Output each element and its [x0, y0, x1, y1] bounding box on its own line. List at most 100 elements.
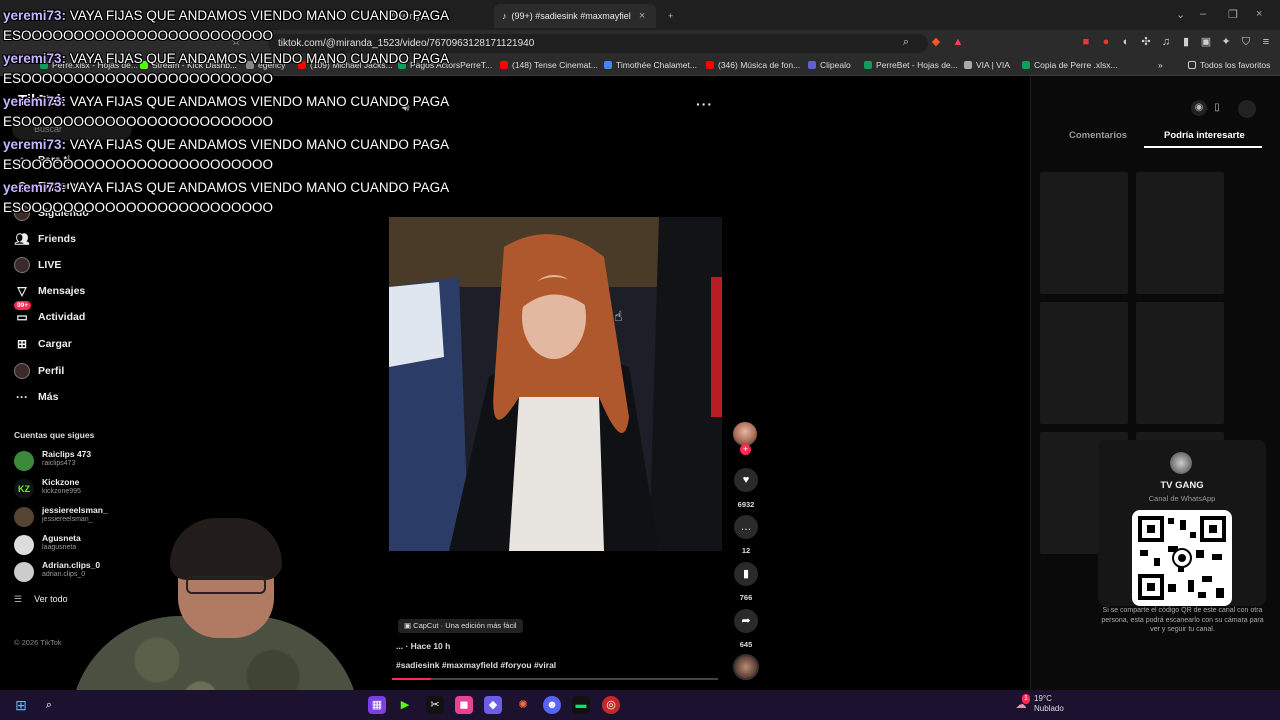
nav-actividad[interactable]: ▭ 99+ Actividad — [14, 301, 85, 327]
nav-friends[interactable]: 👥︎ Friends — [14, 229, 76, 249]
all-bookmarks[interactable]: Todos los favoritos — [1188, 60, 1270, 70]
wallet-icon[interactable]: ▣ — [1200, 36, 1212, 48]
video-player[interactable] — [389, 217, 722, 551]
chat-message-continuation: ESOOOOOOOOOOOOOOOOOOOOOOOO — [3, 114, 274, 129]
bookmark-item[interactable]: (346) Música de fon... — [706, 60, 800, 70]
capcut-tag[interactable]: ▣ CapCut · Una edición más fácil — [398, 619, 523, 633]
user-avatar[interactable] — [1238, 100, 1256, 118]
minimize-icon[interactable]: – — [1200, 8, 1206, 20]
chat-message: yeremi73: VAYA FIJAS QUE ANDAMOS VIENDO … — [3, 137, 450, 152]
kick-app-icon[interactable]: ▶ — [396, 696, 414, 714]
nav-perfil[interactable]: Perfil — [14, 361, 64, 381]
screen: Viewing Of ♪ (99+) #sadiesink #maxmayfie… — [0, 0, 1280, 720]
bookmark-item[interactable]: Timothée Chalamet... — [604, 60, 697, 70]
windows-start-icon[interactable]: ⊞ — [12, 696, 30, 714]
nav-mas[interactable]: ··· Más — [14, 387, 58, 407]
coin-icon[interactable]: ◉ — [1191, 100, 1207, 116]
weather-temp: 19°C — [1034, 694, 1052, 703]
video-hashtags[interactable]: #sadiesink #maxmayfield #foryou #viral — [396, 660, 556, 670]
save-button[interactable]: ▮ — [734, 562, 758, 586]
capcut-app-icon[interactable]: ✂ — [426, 696, 444, 714]
music-icon[interactable]: ♫ — [1160, 36, 1172, 48]
obs-icon[interactable]: ◎ — [602, 696, 620, 714]
following-account[interactable]: KZ Kickzone kickzone995 — [14, 477, 144, 501]
creator-avatar[interactable] — [733, 422, 757, 446]
comment-count: 12 — [741, 546, 751, 555]
bookmark-item[interactable]: Copia de Perre .xlsx... — [1022, 60, 1118, 70]
live-icon — [14, 257, 30, 273]
brave-shield-icon[interactable]: ◆ — [930, 36, 942, 48]
see-all-link[interactable]: ☰ Ver todo — [14, 594, 68, 605]
taskbar-app-icon[interactable]: ✺ — [514, 696, 532, 714]
chat-message: yeremi73: VAYA FIJAS QUE ANDAMOS VIENDO … — [3, 51, 450, 66]
share-button[interactable]: ➦ — [734, 609, 758, 633]
weather-desc: Nublado — [1034, 704, 1064, 713]
webcam-hair — [170, 518, 282, 580]
avatar — [14, 507, 34, 527]
music-disc-icon[interactable] — [733, 654, 759, 680]
taskbar-search-icon[interactable]: ⌕ — [40, 696, 58, 714]
sidebar-icon[interactable]: ▮ — [1180, 36, 1192, 48]
terminal-icon[interactable]: ▬ — [572, 696, 590, 714]
bookmarks-overflow-icon[interactable]: » — [1158, 60, 1163, 70]
nav-live[interactable]: LIVE — [14, 255, 61, 275]
like-count: 6932 — [737, 500, 755, 509]
tab-comentarios[interactable]: Comentarios — [1069, 130, 1127, 141]
extension-off-icon[interactable]: ● — [1100, 36, 1112, 48]
recommended-video-thumbnail[interactable] — [1040, 172, 1128, 294]
tab-podria-interesarte[interactable]: Podría interesarte — [1164, 130, 1245, 141]
bookmark-item[interactable]: (148) Tense Cinemat... — [500, 60, 598, 70]
window-close-icon[interactable]: × — [1256, 8, 1262, 20]
upload-icon: ⊞ — [16, 337, 28, 351]
close-tab-icon[interactable]: × — [639, 10, 645, 22]
brave-rewards-icon[interactable]: ▲ — [952, 36, 964, 48]
recommended-video-thumbnail[interactable] — [1136, 172, 1224, 294]
new-tab-button[interactable]: + — [660, 4, 680, 28]
chat-message: yeremi73: VAYA FIJAS QUE ANDAMOS VIENDO … — [3, 94, 450, 109]
zoom-icon[interactable]: ⌕ — [900, 36, 912, 48]
windows-taskbar: ⊞ ⌕ ▦ ▶ ✂ ◼ ◆ ✺ ☻ ▬ ◎ ☁ 1 19°C Nublado — [0, 690, 1280, 720]
extension-icon[interactable]: ◐ — [1120, 36, 1132, 48]
chat-message-continuation: ESOOOOOOOOOOOOOOOOOOOOOOOO — [3, 157, 274, 172]
channel-title: TV GANG — [1160, 480, 1204, 491]
video-meta: ... · Hace 10 h — [396, 641, 451, 651]
recommended-video-thumbnail[interactable] — [1040, 302, 1128, 424]
taskbar-app-icon[interactable]: ◆ — [484, 696, 502, 714]
webcam-glasses — [186, 576, 266, 594]
discord-icon[interactable]: ☻ — [543, 696, 561, 714]
extensions-puzzle-icon[interactable]: ✣ — [1140, 36, 1152, 48]
video-progress-bar[interactable] — [392, 678, 718, 680]
bookmark-item[interactable]: Clipealo — [808, 60, 851, 70]
tab-list-icon[interactable]: ⌄ — [1176, 8, 1185, 21]
chat-message: yeremi73: VAYA FIJAS QUE ANDAMOS VIENDO … — [3, 180, 450, 195]
weather-widget[interactable]: 19°C Nublado — [1034, 694, 1064, 714]
extension-record-icon[interactable]: ■ — [1080, 36, 1092, 48]
bookmark-item[interactable]: VIA | VIA — [964, 60, 1010, 70]
avatar — [14, 535, 34, 555]
nav-cargar[interactable]: ⊞ Cargar — [14, 334, 72, 354]
bookmark-item[interactable]: PerreBet - Hojas de... — [864, 60, 958, 70]
restore-icon[interactable]: ❐ — [1228, 8, 1238, 21]
following-account[interactable]: Raiclips 473 raiclips473 — [14, 449, 144, 473]
vpn-icon[interactable]: ⛉ — [1240, 36, 1252, 48]
save-count: 766 — [739, 593, 753, 602]
messages-icon: ▽ — [17, 284, 27, 298]
browser-tab-tiktok[interactable]: ♪ (99+) #sadiesink #maxmayfiel × — [494, 4, 656, 28]
avatar — [14, 451, 34, 471]
nav-mensajes[interactable]: ▽ Mensajes — [14, 281, 85, 301]
recommended-video-thumbnail[interactable] — [1136, 302, 1224, 424]
comment-button[interactable]: … — [734, 515, 758, 539]
leo-ai-icon[interactable]: ✦ — [1220, 36, 1232, 48]
follow-plus-icon[interactable]: + — [740, 444, 751, 455]
menu-icon[interactable]: ≡ — [1260, 36, 1272, 48]
copyright: © 2026 TikTok — [14, 638, 62, 647]
taskbar-app-icon[interactable]: ◼ — [455, 696, 473, 714]
friends-icon: 👥︎ — [14, 232, 30, 246]
taskbar-app-icon[interactable]: ▦ — [368, 696, 386, 714]
chat-message-continuation: ESOOOOOOOOOOOOOOOOOOOOOOOO — [3, 200, 274, 215]
more-options-icon[interactable]: ··· — [696, 96, 713, 112]
like-button[interactable]: ♥ — [734, 468, 758, 492]
device-icon[interactable]: ▯ — [1209, 100, 1225, 116]
channel-avatar — [1170, 452, 1192, 474]
activity-icon: ▭ — [16, 310, 28, 324]
